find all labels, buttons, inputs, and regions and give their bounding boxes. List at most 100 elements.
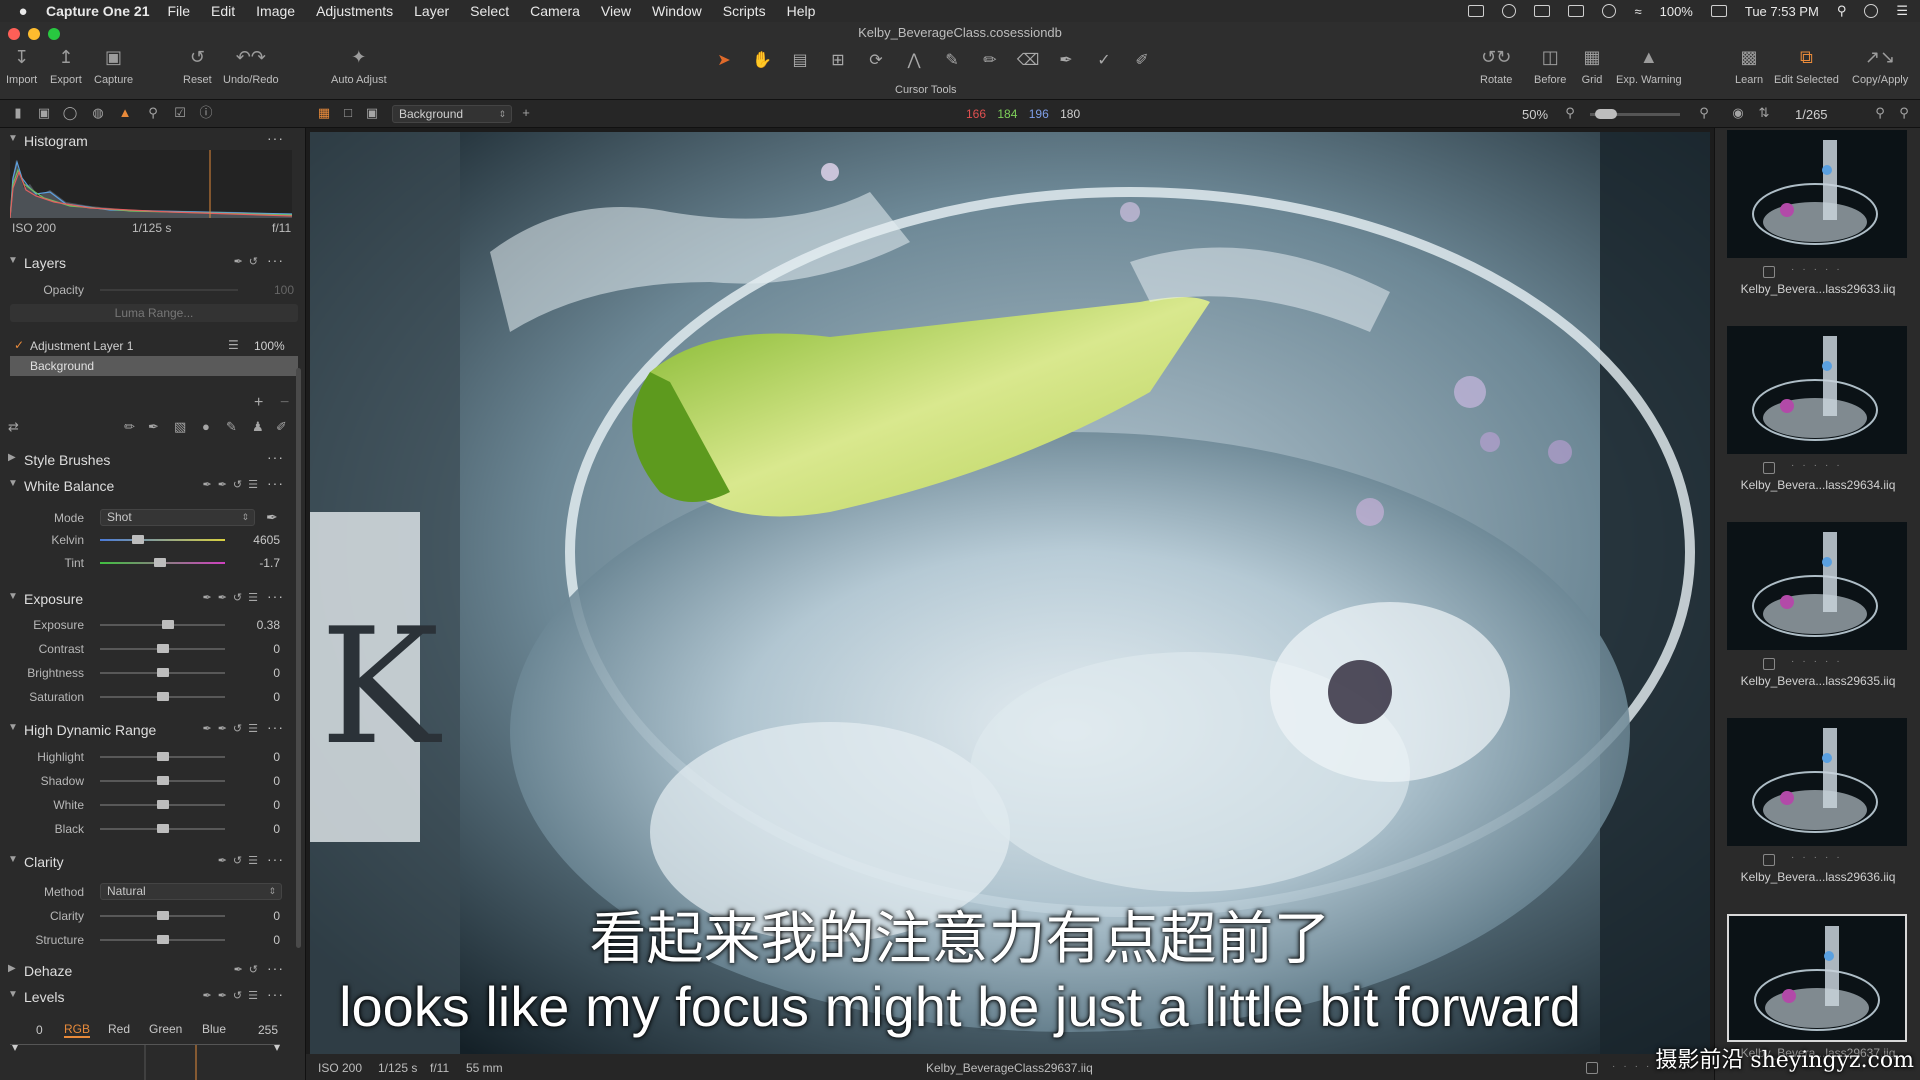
export-button[interactable]: ↥ Export [50, 46, 82, 87]
edit-selected-button[interactable]: ⧉ Edit Selected [1774, 46, 1839, 87]
eye-icon[interactable]: ◉ [1730, 106, 1746, 120]
single-view-icon[interactable]: □ [340, 106, 356, 120]
battery-status[interactable]: 100% [1660, 4, 1693, 19]
filter-icon[interactable]: ⚲ [1896, 106, 1912, 120]
hdr-header[interactable]: ▼ High Dynamic Range ✒✒↺☰ ··· [0, 719, 292, 741]
screen-capture-icon[interactable] [1468, 5, 1485, 17]
grid-button[interactable]: ▦ Grid [1581, 46, 1603, 87]
white-slider-thumb[interactable] [156, 800, 169, 809]
sort-icon[interactable]: ⇅ [1756, 106, 1772, 120]
white-balance-header[interactable]: ▼ White Balance ✒✒↺☰ ··· [0, 475, 292, 497]
shadow-value[interactable]: 0 [236, 774, 280, 788]
contrast-value[interactable]: 0 [236, 642, 280, 656]
more-options-icon[interactable]: ··· [267, 252, 284, 268]
notification-center-icon[interactable]: ☰ [1896, 3, 1908, 19]
auto-adjust-button[interactable]: ✦ Auto Adjust [331, 46, 387, 87]
kelvin-value[interactable]: 4605 [236, 533, 280, 547]
eyedropper-icon[interactable]: ✒ [266, 509, 278, 526]
keystone-icon[interactable]: ⋀ [902, 50, 926, 70]
browser-thumbnail[interactable] [1727, 130, 1907, 258]
kelvin-slider-track[interactable] [100, 539, 225, 541]
histogram-header[interactable]: ▼ Histogram ··· [0, 130, 292, 152]
section-tool-icons[interactable]: ✒✒↺☰ [202, 478, 264, 491]
opacity-slider-track[interactable] [100, 289, 238, 291]
refine-mask-icon[interactable]: ✐ [276, 419, 287, 435]
loupe-icon[interactable]: ▤ [788, 50, 812, 70]
section-tool-icons[interactable]: ✒✒↺☰ [202, 722, 264, 735]
wifi-icon[interactable]: ≈ [1634, 4, 1641, 19]
linear-gradient-icon[interactable]: ▧ [174, 419, 186, 435]
more-options-icon[interactable]: ··· [267, 449, 284, 465]
capture-button[interactable]: ▣ Capture [94, 46, 133, 87]
multi-view-icon[interactable]: ▣ [364, 106, 380, 120]
library-tab-icon[interactable]: ▮ [10, 106, 26, 120]
kelvin-slider-thumb[interactable] [132, 535, 144, 544]
thumbnail-rating-stars[interactable]: ····· [1791, 852, 1848, 863]
exposure-warning-button[interactable]: ▲ Exp. Warning [1616, 46, 1682, 87]
layers-header[interactable]: ▼ Layers ✒↺ ··· [0, 252, 292, 274]
spot-removal-icon[interactable]: ✎ [940, 50, 964, 70]
thumbnail-select-checkbox[interactable] [1763, 854, 1775, 866]
select-cursor-icon[interactable]: ➤ [712, 50, 736, 70]
menu-edit[interactable]: Edit [211, 3, 235, 19]
search-icon[interactable]: ⚲ [1872, 106, 1888, 120]
siri-icon[interactable] [1864, 4, 1879, 18]
crop-icon[interactable]: ⊞ [826, 50, 850, 70]
browser-thumbnail[interactable] [1727, 522, 1907, 650]
annotate-icon[interactable]: ✐ [1130, 50, 1154, 70]
more-options-icon[interactable]: ··· [267, 851, 284, 867]
brightness-slider-thumb[interactable] [156, 668, 169, 677]
undo-redo-button[interactable]: ↶↷ Undo/Redo [223, 46, 279, 87]
eraser-icon[interactable]: ⌫ [1016, 50, 1040, 70]
thumbnail-rating-stars[interactable]: ····· [1791, 656, 1848, 667]
luma-range-button[interactable]: Luma Range... [10, 304, 298, 322]
more-options-icon[interactable]: ··· [267, 719, 284, 735]
menu-image[interactable]: Image [256, 3, 295, 19]
eraser-icon[interactable]: ✒ [148, 419, 159, 435]
variant-layer-select[interactable]: Background ⇕ [392, 105, 512, 123]
style-brushes-header[interactable]: ▶ Style Brushes ··· [0, 449, 292, 471]
menu-view[interactable]: View [601, 3, 631, 19]
menu-file[interactable]: File [167, 3, 190, 19]
rotate-button[interactable]: ↺↻ Rotate [1480, 46, 1512, 87]
zoom-level[interactable]: 50% [1522, 107, 1548, 122]
clarity-header[interactable]: ▼ Clarity ✒↺☰ ··· [0, 851, 292, 873]
brush-icon[interactable]: ✏ [124, 419, 135, 435]
zoom-out-icon[interactable]: ⚲ [1562, 106, 1578, 120]
tool-panel-scrollbar[interactable] [296, 368, 301, 948]
more-options-icon[interactable]: ··· [267, 475, 284, 491]
browser-thumbnail[interactable] [1727, 326, 1907, 454]
menu-help[interactable]: Help [787, 3, 816, 19]
zoom-in-icon[interactable]: ⚲ [1696, 106, 1712, 120]
heal-icon[interactable]: ✎ [226, 419, 237, 435]
menu-layer[interactable]: Layer [414, 3, 449, 19]
levels-graph[interactable] [10, 1044, 280, 1080]
adjustment-layer-row[interactable]: ✓ Adjustment Layer 1 ☰ 100% [10, 336, 298, 356]
thumbnail-rating-stars[interactable]: ····· [1791, 460, 1848, 471]
black-value[interactable]: 0 [236, 822, 280, 836]
footer-select-checkbox[interactable] [1586, 1062, 1598, 1074]
menu-select[interactable]: Select [470, 3, 509, 19]
add-layer-icon[interactable]: + [518, 106, 534, 120]
menu-scripts[interactable]: Scripts [723, 3, 766, 19]
saturation-value[interactable]: 0 [236, 690, 280, 704]
menu-adjustments[interactable]: Adjustments [316, 3, 393, 19]
layer-options-icon[interactable]: ⇄ [8, 419, 19, 435]
tint-slider-thumb[interactable] [154, 558, 166, 567]
info-tab-icon[interactable]: ⓘ [198, 106, 214, 120]
brush-icon[interactable]: ✏ [978, 50, 1002, 70]
gradient-icon[interactable]: ✓ [1092, 50, 1116, 70]
zoom-slider-thumb[interactable] [1595, 109, 1617, 119]
menu-window[interactable]: Window [652, 3, 702, 19]
remove-layer-icon[interactable]: − [280, 394, 289, 412]
more-options-icon[interactable]: ··· [267, 588, 284, 604]
picker-icon[interactable]: ✒ [1054, 50, 1078, 70]
exposure-header[interactable]: ▼ Exposure ✒✒↺☰ ··· [0, 588, 292, 610]
display-icon[interactable] [1534, 5, 1551, 17]
exposure-tab-icon[interactable]: ▲ [117, 106, 133, 120]
copy-apply-button[interactable]: ↗↘ Copy/Apply [1852, 46, 1908, 87]
before-button[interactable]: ◫ Before [1534, 46, 1566, 87]
color-tab-icon[interactable]: ◍ [90, 106, 106, 120]
layer-settings-icon[interactable]: ☰ [228, 338, 239, 352]
details-tab-icon[interactable]: ⚲ [145, 106, 161, 120]
